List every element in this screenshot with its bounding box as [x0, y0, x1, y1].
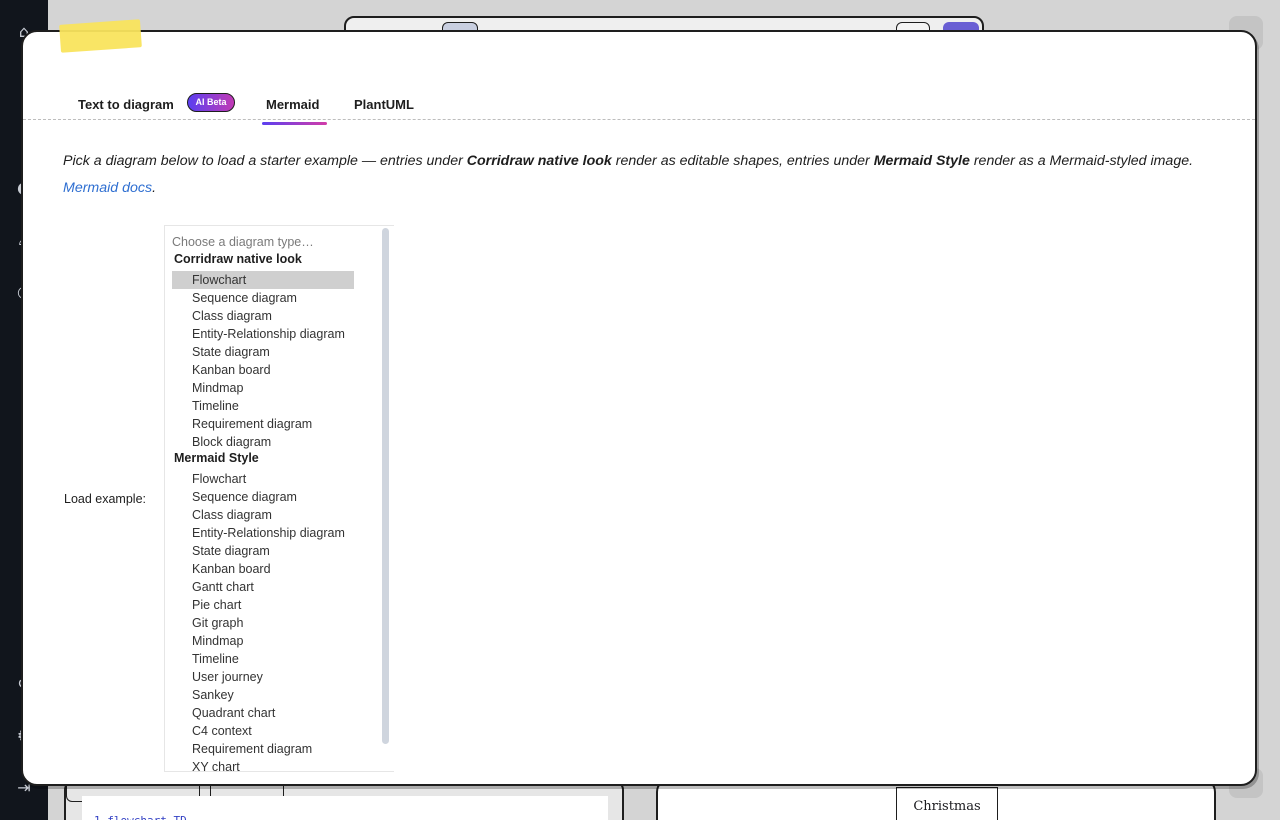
select-option[interactable]: Git graph: [172, 614, 243, 632]
tab-divider: [23, 119, 1255, 120]
select-option[interactable]: Gantt chart: [172, 578, 254, 596]
ai-beta-badge: AI Beta: [187, 93, 235, 112]
select-option[interactable]: Class diagram: [172, 506, 272, 524]
intro-text-part: render as editable shapes, entries under: [611, 153, 874, 169]
select-option[interactable]: Entity-Relationship diagram: [172, 524, 345, 542]
select-option[interactable]: Flowchart: [172, 271, 354, 289]
select-option[interactable]: Kanban board: [172, 361, 271, 379]
select-option[interactable]: C4 context: [172, 722, 252, 740]
select-option[interactable]: Mindmap: [172, 632, 243, 650]
select-option[interactable]: Sankey: [172, 686, 234, 704]
select-option[interactable]: Requirement diagram: [172, 740, 312, 758]
select-option[interactable]: Pie chart: [172, 596, 241, 614]
intro-text-part: render as a Mermaid-styled image.: [969, 153, 1194, 169]
select-option[interactable]: Timeline: [172, 397, 239, 415]
option-group-label: Mermaid Style: [174, 451, 259, 465]
select-option[interactable]: Mindmap: [172, 379, 243, 397]
intro-text: Pick a diagram below to load a starter e…: [63, 148, 1213, 202]
option-group-label: Corridraw native look: [174, 252, 302, 266]
tab-label: Text to diagram: [78, 97, 174, 112]
select-option[interactable]: Timeline: [172, 650, 239, 668]
select-option[interactable]: Sequence diagram: [172, 488, 297, 506]
select-option[interactable]: State diagram: [172, 542, 270, 560]
diagram-import-dialog: Text to diagram AI Beta Mermaid PlantUML…: [21, 30, 1257, 786]
select-option[interactable]: Requirement diagram: [172, 415, 312, 433]
select-option[interactable]: Sequence diagram: [172, 289, 297, 307]
tab-plantuml[interactable]: PlantUML: [354, 93, 414, 129]
select-option[interactable]: Block diagram: [172, 433, 271, 451]
code-editor[interactable]: 1 flowchart TD: [82, 796, 608, 820]
intro-text-bold: Mermaid Style: [873, 153, 970, 169]
intro-text-part: Pick a diagram below to load a starter e…: [63, 153, 467, 169]
select-option[interactable]: User journey: [172, 668, 263, 686]
select-option[interactable]: State diagram: [172, 343, 270, 361]
mermaid-docs-link[interactable]: Mermaid docs: [63, 180, 152, 196]
diagram-type-select[interactable]: Choose a diagram type… Corridraw native …: [164, 225, 394, 772]
select-option[interactable]: Quadrant chart: [172, 704, 275, 722]
select-option[interactable]: Kanban board: [172, 560, 271, 578]
select-option[interactable]: Flowchart: [172, 470, 246, 488]
load-example-label: Load example:: [64, 492, 147, 506]
select-option[interactable]: XY chart: [172, 758, 240, 771]
decorative-tape: [59, 19, 142, 53]
active-tab-indicator: [262, 122, 327, 125]
select-scrollbar[interactable]: [382, 228, 389, 744]
intro-text-part: .: [152, 180, 157, 196]
select-option[interactable]: Class diagram: [172, 307, 272, 325]
diagram-node[interactable]: Christmas: [896, 787, 998, 820]
select-placeholder: Choose a diagram type…: [172, 235, 314, 249]
intro-text-bold: Corridraw native look: [466, 153, 612, 169]
select-option[interactable]: Entity-Relationship diagram: [172, 325, 345, 343]
